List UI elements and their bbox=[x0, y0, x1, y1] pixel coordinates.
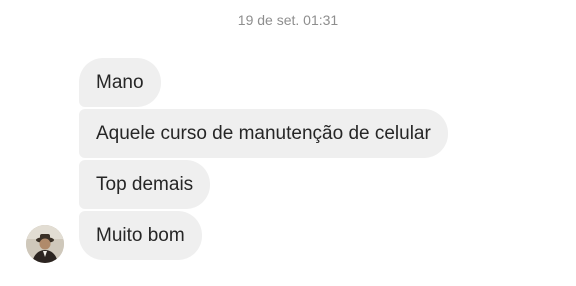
message-bubble[interactable]: Aquele curso de manutenção de celular bbox=[79, 109, 448, 158]
message-bubble[interactable]: Top demais bbox=[79, 160, 211, 209]
message-bubble[interactable]: Mano bbox=[79, 58, 161, 107]
message-timestamp: 19 de set. 01:31 bbox=[237, 12, 339, 28]
message-bubble[interactable]: Muito bom bbox=[79, 211, 202, 260]
message-group: Mano Aquele curso de manutenção de celul… bbox=[79, 58, 448, 260]
user-photo-avatar-icon bbox=[26, 225, 64, 263]
sender-avatar[interactable] bbox=[26, 225, 64, 263]
message-thread: 19 de set. 01:31 Mano Aquele curso de ma… bbox=[0, 0, 576, 286]
